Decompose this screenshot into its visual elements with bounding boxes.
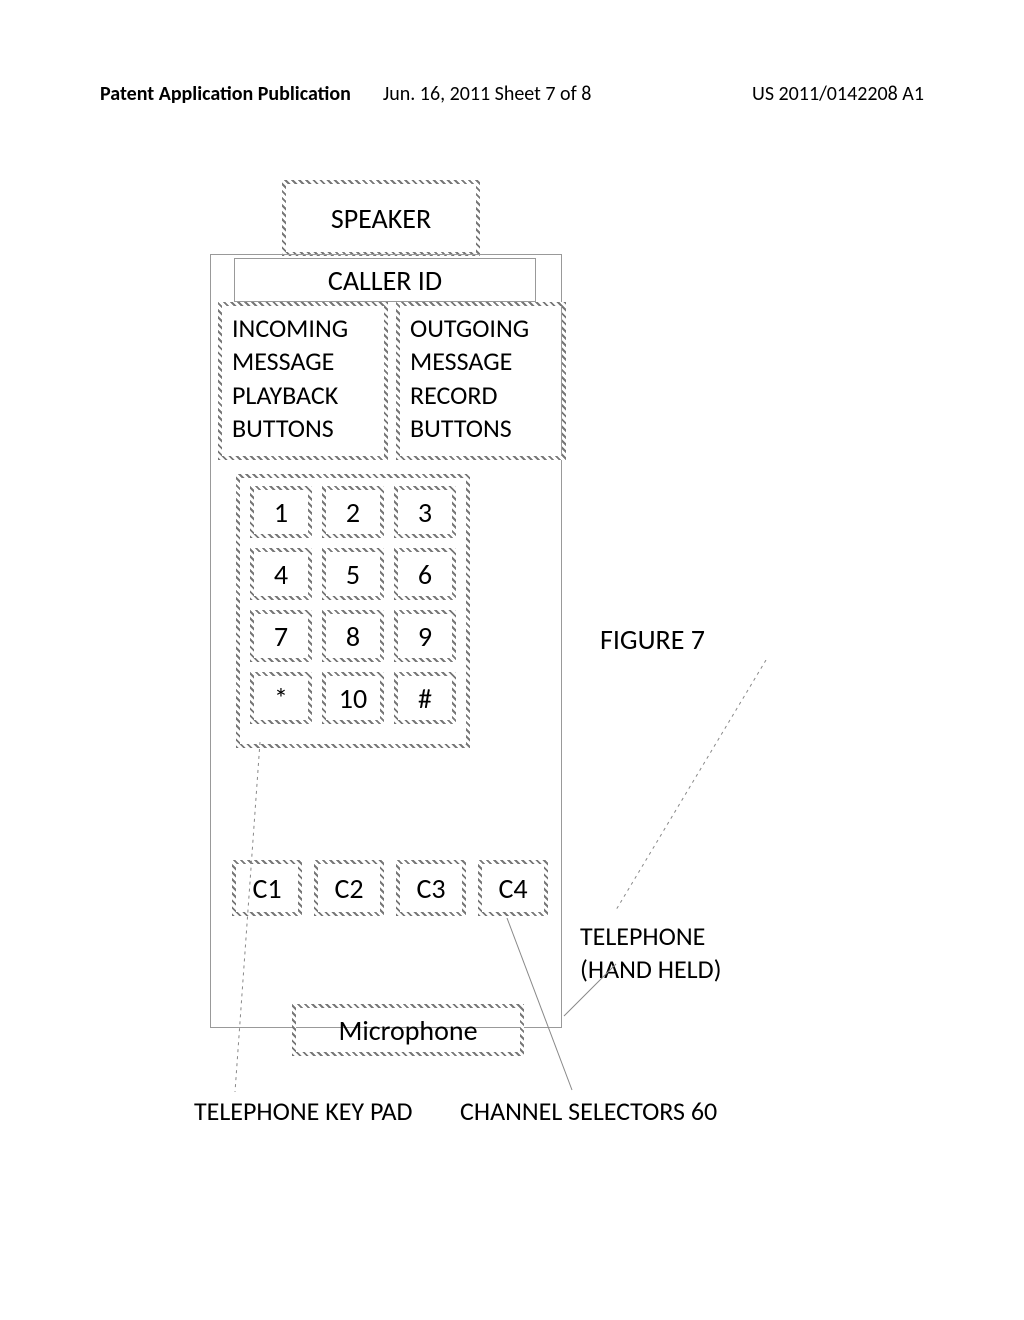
key-4[interactable]: 4	[250, 548, 312, 600]
key-5[interactable]: 5	[322, 548, 384, 600]
microphone-block: Microphone	[292, 1004, 524, 1056]
channel-c3[interactable]: C3	[396, 860, 466, 916]
key-7[interactable]: 7	[250, 610, 312, 662]
key-1[interactable]: 1	[250, 486, 312, 538]
header-center: Jun. 16, 2011 Sheet 7 of 8	[383, 82, 592, 106]
header-left: Patent Application Publication	[100, 82, 351, 106]
outgoing-message-buttons: OUTGOING MESSAGE RECORD BUTTONS	[396, 302, 566, 460]
channel-selectors: C1 C2 C3 C4	[232, 860, 548, 916]
channel-c2[interactable]: C2	[314, 860, 384, 916]
key-3[interactable]: 3	[394, 486, 456, 538]
speaker-block: SPEAKER	[282, 180, 480, 256]
channel-c4[interactable]: C4	[478, 860, 548, 916]
key-star[interactable]: *	[250, 672, 312, 724]
channel-selectors-label: CHANNEL SELECTORS 60	[460, 1095, 717, 1128]
lead-line-figure	[606, 660, 776, 920]
figure-number: FIGURE 7	[600, 622, 705, 657]
key-hash[interactable]: #	[394, 672, 456, 724]
key-6[interactable]: 6	[394, 548, 456, 600]
lead-line-phone	[560, 960, 620, 1020]
incoming-message-buttons: INCOMING MESSAGE PLAYBACK BUTTONS	[218, 302, 388, 460]
key-8[interactable]: 8	[322, 610, 384, 662]
keypad-label: TELEPHONE KEY PAD	[194, 1095, 413, 1128]
header-right: US 2011/0142208 A1	[752, 82, 924, 106]
key-9[interactable]: 9	[394, 610, 456, 662]
keypad: 1 2 3 4 5 6 7 8 9 * 10 #	[236, 474, 470, 748]
key-0[interactable]: 10	[322, 672, 384, 724]
key-2[interactable]: 2	[322, 486, 384, 538]
page-header: Patent Application Publication Jun. 16, …	[100, 82, 924, 106]
lead-line-keypad	[230, 742, 270, 1100]
